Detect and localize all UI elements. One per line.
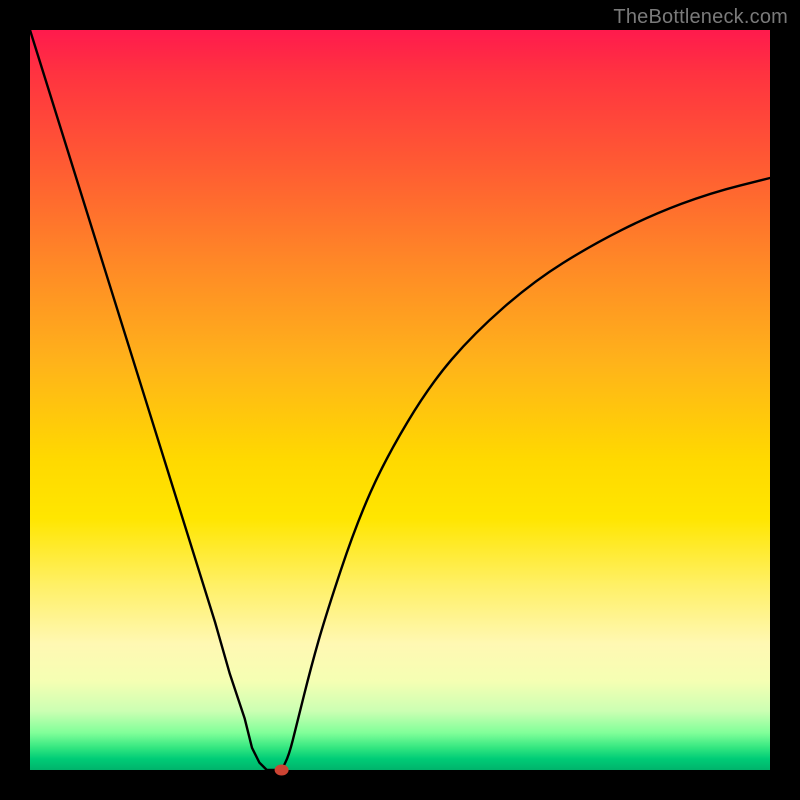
watermark-text: TheBottleneck.com	[613, 6, 788, 29]
curve-right-branch	[282, 178, 770, 770]
curve-left-branch	[30, 30, 282, 770]
curve-svg	[30, 30, 770, 770]
chart-frame: TheBottleneck.com	[0, 0, 800, 800]
minimum-marker	[275, 765, 289, 776]
plot-area	[30, 30, 770, 770]
